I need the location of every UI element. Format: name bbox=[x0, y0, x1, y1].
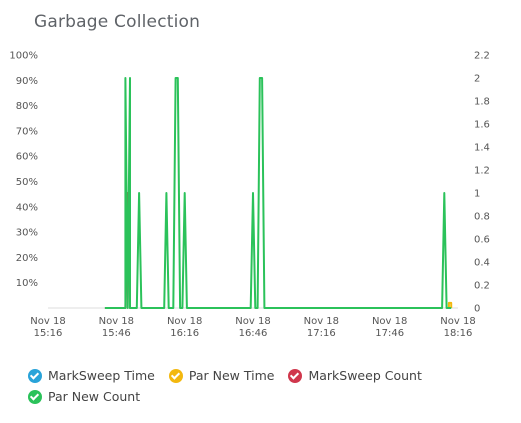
x-tick-label: Nov 18 bbox=[30, 316, 65, 327]
left-tick-label: 50% bbox=[16, 177, 38, 188]
left-tick-label: 10% bbox=[16, 278, 38, 289]
check-icon bbox=[28, 389, 42, 404]
left-tick-label: 20% bbox=[16, 253, 38, 264]
gc-chart: 10%20%30%40%50%60%70%80%90%100% 00.20.40… bbox=[9, 51, 490, 340]
right-tick-label: 1.2 bbox=[474, 166, 490, 177]
check-icon bbox=[288, 368, 303, 383]
x-tick-label: 18:16 bbox=[444, 328, 473, 339]
x-tick-label: 16:46 bbox=[239, 328, 268, 339]
x-tick-label: Nov 18 bbox=[99, 316, 134, 327]
right-tick-label: 0.8 bbox=[474, 212, 490, 223]
check-icon bbox=[28, 368, 42, 383]
left-tick-label: 80% bbox=[16, 101, 38, 112]
legend-item[interactable]: MarkSweep Time bbox=[28, 368, 155, 383]
x-tick-label: 15:16 bbox=[34, 328, 63, 339]
x-tick-label: 17:16 bbox=[307, 328, 336, 339]
check-icon bbox=[168, 368, 183, 383]
right-axis: 0 0.2 0.4 0.6 0.8 1 1.2 1.4 1.6 1.8 2 2.2 bbox=[474, 51, 490, 315]
x-tick-label: 16:16 bbox=[170, 328, 199, 339]
x-tick-label: 17:46 bbox=[375, 328, 404, 339]
legend-item[interactable]: Par New Count bbox=[28, 389, 140, 404]
left-axis: 10% 20% 30% 40% 50% 60% 70% 80% 90% 100% bbox=[9, 51, 38, 290]
series-layer bbox=[104, 77, 453, 309]
left-tick-label: 90% bbox=[16, 76, 38, 87]
legend-label: Par New Time bbox=[188, 368, 275, 383]
series-line-par-new-count bbox=[104, 77, 452, 309]
left-tick-label: 70% bbox=[16, 126, 38, 137]
x-tick-label: 15:46 bbox=[102, 328, 131, 339]
legend: MarkSweep Time Par New Time MarkSweep Coun… bbox=[28, 368, 498, 410]
right-tick-label: 1 bbox=[474, 189, 480, 200]
right-tick-label: 0.2 bbox=[474, 281, 490, 292]
legend-label: MarkSweep Time bbox=[48, 368, 155, 383]
right-tick-label: 0.4 bbox=[474, 258, 490, 269]
right-tick-label: 2.2 bbox=[474, 51, 490, 62]
right-tick-label: 1.4 bbox=[474, 143, 490, 154]
right-tick-label: 2 bbox=[474, 74, 480, 85]
x-tick-label: Nov 18 bbox=[372, 316, 407, 327]
left-tick-label: 100% bbox=[9, 51, 38, 62]
left-tick-label: 30% bbox=[16, 228, 38, 239]
legend-label: Par New Count bbox=[48, 389, 141, 404]
x-tick-label: Nov 18 bbox=[235, 316, 270, 327]
legend-item[interactable]: MarkSweep Count bbox=[288, 368, 422, 383]
right-tick-label: 0.6 bbox=[474, 235, 490, 246]
right-tick-label: 1.6 bbox=[474, 120, 490, 131]
right-tick-label: 0 bbox=[474, 304, 480, 315]
legend-label: MarkSweep Count bbox=[308, 368, 422, 383]
legend-item[interactable]: Par New Time bbox=[168, 368, 275, 383]
x-tick-label: Nov 18 bbox=[167, 316, 202, 327]
x-tick-label: Nov 18 bbox=[304, 316, 339, 327]
x-tick-label: Nov 18 bbox=[440, 316, 475, 327]
right-tick-label: 1.8 bbox=[474, 97, 490, 108]
left-tick-label: 40% bbox=[16, 202, 38, 213]
left-tick-label: 60% bbox=[16, 152, 38, 163]
x-axis: Nov 1815:16Nov 1815:46Nov 1816:16Nov 181… bbox=[30, 316, 475, 339]
